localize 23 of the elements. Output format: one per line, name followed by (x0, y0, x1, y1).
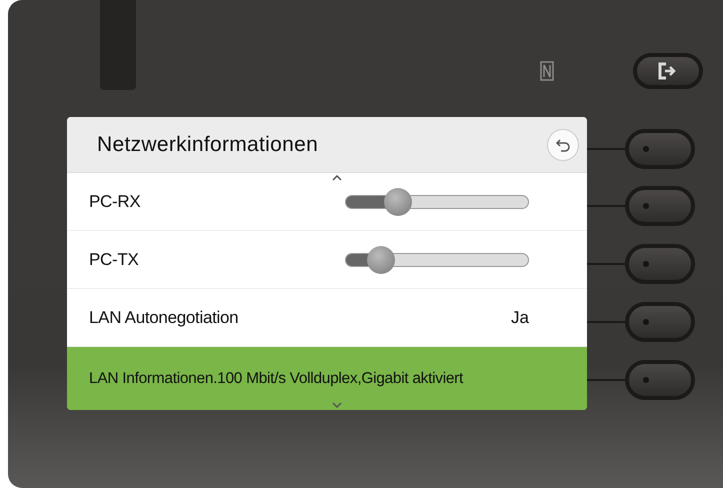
back-button[interactable] (547, 128, 579, 160)
row-label: LAN Autonegotiation (89, 308, 240, 328)
menu-row[interactable]: PC-TX (67, 231, 587, 289)
softkey-button[interactable] (625, 360, 695, 400)
slider[interactable] (345, 188, 529, 216)
softkey-button[interactable] (625, 244, 695, 284)
slider[interactable] (345, 246, 529, 274)
back-arrow-icon (555, 138, 571, 152)
softkey-button[interactable] (625, 302, 695, 342)
row-label: LAN Informationen.100 Mbit/s Vollduplex,Gigabit aktiviert (89, 370, 464, 388)
menu-row[interactable]: PC-RX (67, 173, 587, 231)
row-value: Ja (511, 308, 529, 328)
scroll-up-icon (332, 175, 342, 181)
nfc-icon (540, 61, 554, 81)
logout-button[interactable] (633, 53, 703, 89)
row-label: PC-RX (89, 192, 142, 212)
menu-row[interactable]: LAN Informationen.100 Mbit/s Vollduplex,Gigabit aktiviert (67, 347, 587, 410)
exit-arrow-icon (658, 62, 678, 80)
softkey-button[interactable] (625, 129, 695, 169)
scroll-down-icon (332, 402, 342, 408)
screen-title: Netzwerkinformationen (97, 132, 318, 156)
row-label: PC-TX (89, 250, 140, 270)
softkey-button[interactable] (625, 186, 695, 226)
